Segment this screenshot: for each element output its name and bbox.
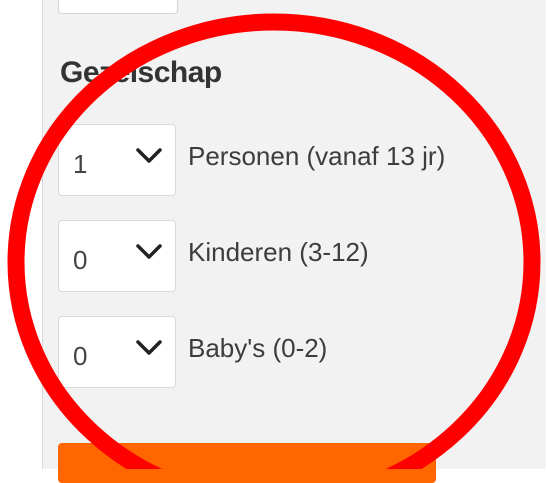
babies-select[interactable]: 0 [58,316,176,388]
babies-row: 0 Baby's (0-2) [58,316,528,390]
previous-select-box[interactable] [58,0,178,14]
chevron-down-icon [136,148,162,163]
persons-row: 1 Personen (vanaf 13 jr) [58,124,528,198]
children-select-value: 0 [73,245,88,275]
chevron-down-icon [136,340,162,355]
children-select[interactable]: 0 [58,220,176,292]
children-row: 0 Kinderen (3-12) [58,220,528,294]
children-label: Kinderen (3-12) [188,237,369,267]
chevron-down-icon [136,244,162,259]
section-title-gezelschap: Gezelschap [60,56,222,89]
persons-select[interactable]: 1 [58,124,176,196]
persons-label: Personen (vanaf 13 jr) [188,141,446,171]
babies-select-value: 0 [73,341,88,371]
babies-label: Baby's (0-2) [188,333,328,363]
persons-select-value: 1 [73,149,88,179]
submit-button[interactable] [58,443,436,483]
